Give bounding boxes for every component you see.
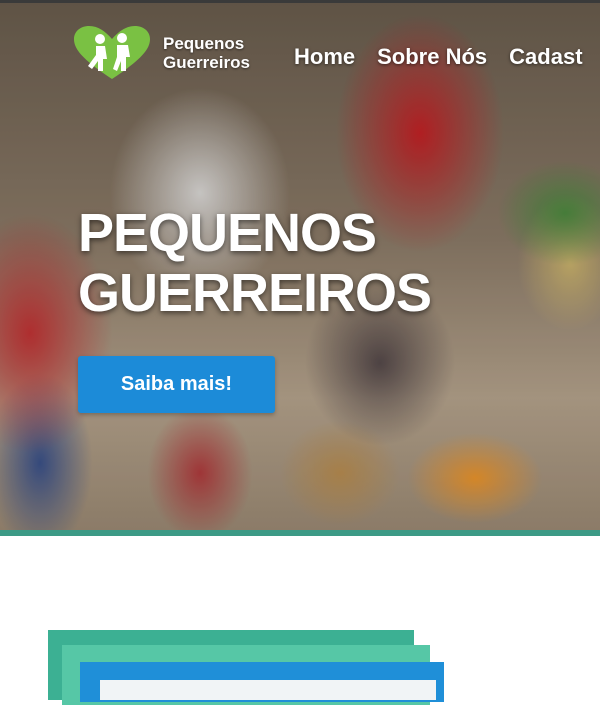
hero-title-line-1: PEQUENOS <box>78 203 377 263</box>
nav-sobre-nos[interactable]: Sobre Nós <box>377 44 487 70</box>
brand-line-2: Guerreiros <box>163 53 250 72</box>
hero-title-line-2: GUERREIROS <box>78 263 432 323</box>
content-card-top <box>100 680 436 700</box>
brand-line-1: Pequenos <box>163 34 245 53</box>
saiba-mais-button[interactable]: Saiba mais! <box>78 356 275 413</box>
hero-title: PEQUENOS GUERREIROS <box>78 203 432 323</box>
two-children-heart-logo-icon[interactable] <box>72 25 152 81</box>
nav-cadastro[interactable]: Cadast <box>509 44 582 70</box>
hero-divider <box>0 530 600 536</box>
main-nav: Home Sobre Nós Cadast <box>294 44 583 70</box>
brand-name[interactable]: Pequenos Guerreiros <box>163 34 250 72</box>
nav-home[interactable]: Home <box>294 44 355 70</box>
hero-banner: Pequenos Guerreiros Home Sobre Nós Cadas… <box>0 3 600 530</box>
